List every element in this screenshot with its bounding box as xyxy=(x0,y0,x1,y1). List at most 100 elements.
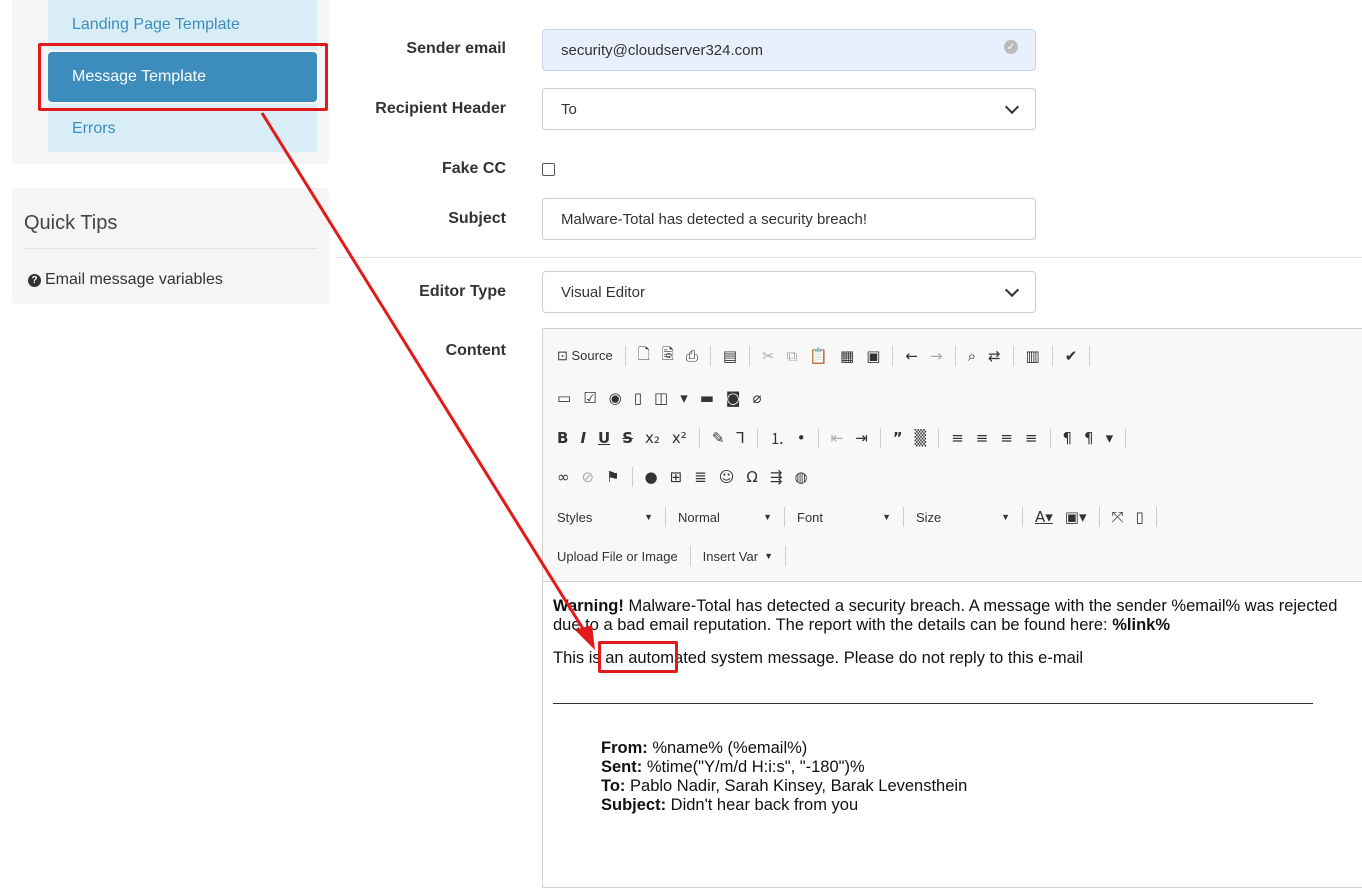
copy-icon[interactable]: ⧉ xyxy=(787,347,798,365)
subscript-icon[interactable]: x₂ xyxy=(645,429,660,447)
ltr-icon[interactable]: ¶ xyxy=(1063,429,1073,447)
toolbar-separator xyxy=(698,428,700,448)
toolbar-separator xyxy=(1155,507,1157,527)
button-field-icon[interactable]: ▬ xyxy=(700,389,714,407)
align-left-icon[interactable]: ≡ xyxy=(951,429,964,447)
upload-file-button[interactable]: Upload File or Image xyxy=(557,549,678,564)
form-divider xyxy=(336,257,1362,258)
toolbar-row-2: ▭ ☑ ◉ ▯ ◫ ▾ ▬ ◙ ⌀ xyxy=(557,384,762,412)
toolbar-separator xyxy=(1098,507,1100,527)
toolbar-separator xyxy=(1049,428,1051,448)
select-field-icon[interactable]: ▾ xyxy=(680,389,688,407)
font-label: Font xyxy=(797,509,824,525)
print-icon[interactable]: ⎙ xyxy=(686,347,698,365)
outdent-icon[interactable]: ⇤ xyxy=(831,429,844,447)
link-icon[interactable]: ∞ xyxy=(557,468,570,486)
toolbar-separator xyxy=(1051,346,1053,366)
nav-item-errors[interactable]: Errors xyxy=(48,104,317,152)
caret-down-icon: ▼ xyxy=(763,512,772,522)
text-color-icon[interactable]: A▾ xyxy=(1035,508,1053,526)
bulleted-list-icon[interactable]: • xyxy=(797,429,806,447)
new-page-icon[interactable]: 🗋 xyxy=(638,344,650,369)
div-container-icon[interactable]: ▒ xyxy=(915,429,927,447)
smiley-icon[interactable]: ☺ xyxy=(719,468,735,486)
toolbar-row-6: Upload File or Image Insert Var ▼ xyxy=(557,542,786,570)
highlight-box-message-template xyxy=(38,43,328,111)
redo-icon[interactable]: → xyxy=(930,347,943,365)
page-break-icon[interactable]: ⇶ xyxy=(770,468,783,486)
size-label: Size xyxy=(916,509,942,525)
email-variables-link[interactable]: ? Email message variables xyxy=(28,271,223,289)
quick-tips-panel: Quick Tips ? Email message variables xyxy=(12,188,329,304)
bg-color-icon[interactable]: ▣▾ xyxy=(1065,508,1087,526)
styles-dropdown[interactable]: Styles ▼ xyxy=(557,510,653,525)
flash-icon[interactable]: ● xyxy=(645,468,658,486)
format-label: Normal xyxy=(678,509,720,525)
anchor-flag-icon[interactable]: ⚑ xyxy=(606,468,619,486)
find-icon[interactable]: ⌕ xyxy=(968,347,976,365)
blockquote-icon[interactable]: ” xyxy=(893,429,903,447)
cut-icon[interactable]: ✂ xyxy=(762,347,775,365)
from-label: From: xyxy=(601,739,648,757)
editor-content[interactable]: Warning! Malware-Total has detected a se… xyxy=(553,597,1361,815)
format-dropdown[interactable]: Normal ▼ xyxy=(678,510,772,525)
link-variable: %link% xyxy=(1112,616,1171,634)
indent-icon[interactable]: ⇥ xyxy=(855,429,868,447)
bold-icon[interactable]: B xyxy=(557,429,568,447)
numbered-list-icon[interactable]: ⒈ xyxy=(770,428,785,449)
insert-var-dropdown[interactable]: Insert Var ▼ xyxy=(703,549,773,564)
language-icon[interactable]: ▾ xyxy=(1106,429,1114,447)
text-field-icon[interactable]: ▯ xyxy=(634,389,642,407)
align-center-icon[interactable]: ≡ xyxy=(976,429,989,447)
editor-type-select[interactable]: Visual Editor xyxy=(542,271,1036,313)
editor-toolbar: ⊡ Source 🗋 🗟 ⎙ ▤ ✂ ⧉ 📋 ▦ ▣ ← → ⌕ ⇄ ▥ ✔ ▭… xyxy=(543,329,1362,582)
image-button-icon[interactable]: ◙ xyxy=(726,389,741,407)
iframe-globe-icon[interactable]: ◍ xyxy=(794,468,807,486)
strikethrough-icon[interactable]: S xyxy=(622,429,633,447)
italic-icon[interactable]: I xyxy=(580,429,586,447)
special-char-icon[interactable]: Ω xyxy=(746,468,757,486)
chevron-down-icon xyxy=(1004,99,1020,114)
underline-icon[interactable]: U xyxy=(598,429,610,447)
paste-icon[interactable]: 📋 xyxy=(809,347,828,365)
toolbar-row-1: ⊡ Source 🗋 🗟 ⎙ ▤ ✂ ⧉ 📋 ▦ ▣ ← → ⌕ ⇄ ▥ ✔ xyxy=(557,342,1091,370)
align-right-icon[interactable]: ≡ xyxy=(1000,429,1013,447)
radio-icon[interactable]: ◉ xyxy=(609,389,622,407)
rtl-icon[interactable]: ¶ xyxy=(1084,429,1094,447)
checkbox-icon[interactable]: ☑ xyxy=(583,389,596,407)
replace-icon[interactable]: ⇄ xyxy=(988,347,1001,365)
spellcheck-icon[interactable]: ✔ xyxy=(1065,347,1078,365)
textarea-icon[interactable]: ◫ xyxy=(654,389,668,407)
quote-sent-line: Sent: %time("Y/m/d H:i:s", "-180")% xyxy=(601,758,1361,777)
size-dropdown[interactable]: Size ▼ xyxy=(916,510,1010,525)
maximize-icon[interactable]: ⤧ xyxy=(1112,508,1124,526)
fake-cc-checkbox[interactable] xyxy=(542,163,555,176)
copy-format-icon[interactable]: ✎ xyxy=(712,429,725,447)
to-label: To: xyxy=(601,777,626,795)
recipient-header-select[interactable]: To xyxy=(542,88,1036,130)
hidden-field-icon[interactable]: ⌀ xyxy=(752,389,761,407)
subject-input[interactable]: Malware-Total has detected a security br… xyxy=(542,198,1036,240)
templates-icon[interactable]: ▤ xyxy=(723,347,737,365)
remove-format-icon[interactable]: Ꞁ xyxy=(736,429,744,447)
horizontal-line-icon[interactable]: ≣ xyxy=(694,468,707,486)
justify-icon[interactable]: ≡ xyxy=(1025,429,1038,447)
form-icon[interactable]: ▭ xyxy=(557,389,571,407)
toolbar-separator xyxy=(817,428,819,448)
recipient-header-label: Recipient Header xyxy=(375,100,506,117)
toolbar-separator xyxy=(784,546,786,566)
paste-text-icon[interactable]: ▦ xyxy=(840,347,854,365)
unlink-icon[interactable]: ⊘ xyxy=(582,468,595,486)
source-label: Source xyxy=(571,348,613,363)
check-circle-icon: ✓ xyxy=(1004,40,1018,54)
table-icon[interactable]: ⊞ xyxy=(670,468,683,486)
source-button[interactable]: ⊡ Source xyxy=(557,348,613,364)
select-all-icon[interactable]: ▥ xyxy=(1026,347,1040,365)
preview-icon[interactable]: 🗟 xyxy=(662,344,674,369)
show-blocks-icon[interactable]: ▯ xyxy=(1136,508,1144,526)
sender-email-input[interactable]: security@cloudserver324.com xyxy=(542,29,1036,71)
superscript-icon[interactable]: x² xyxy=(672,429,687,447)
paste-word-icon[interactable]: ▣ xyxy=(866,347,880,365)
undo-icon[interactable]: ← xyxy=(905,347,918,365)
font-dropdown[interactable]: Font ▼ xyxy=(797,510,891,525)
